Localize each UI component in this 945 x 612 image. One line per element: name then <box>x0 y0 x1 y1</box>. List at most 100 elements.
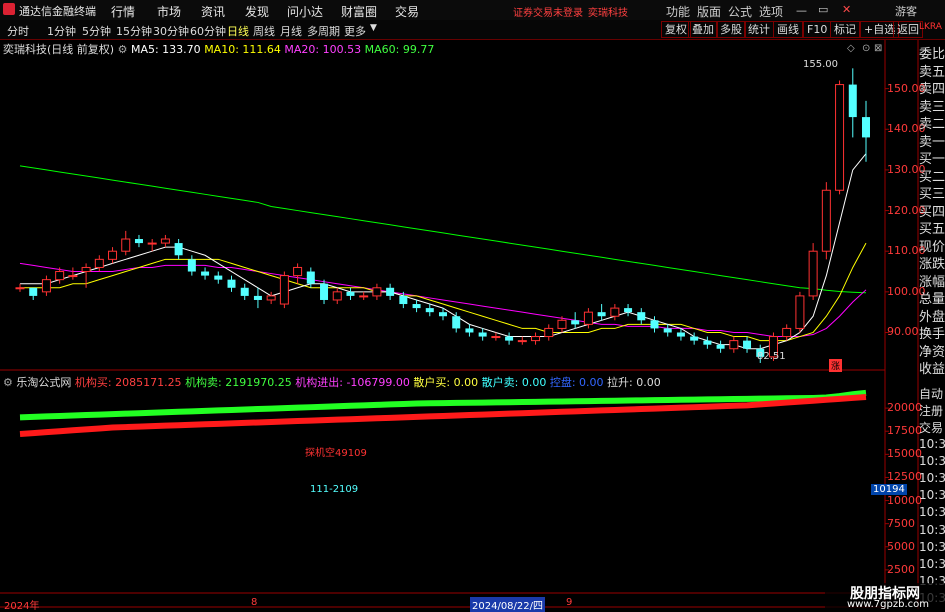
side-label-lower[interactable]: 10:3 <box>919 454 945 468</box>
side-label-lower[interactable]: 10:3 <box>919 557 945 571</box>
multi-stock-button[interactable]: 多股 <box>716 21 746 38</box>
side-label-lower[interactable]: 10:3 <box>919 437 945 451</box>
side-label[interactable]: 买二 <box>919 166 945 185</box>
f10-button[interactable]: F10 <box>803 21 832 38</box>
period-multi[interactable]: 多周期 <box>307 23 340 39</box>
title-bar: 通达信金融终端 行情 市场 资讯 发现 问小达 财富圈 交易 证券交易未登录 奕… <box>0 0 945 21</box>
close-panel-icon[interactable]: ⊠ <box>874 43 882 54</box>
candle-body-up <box>372 287 382 297</box>
candle-body-down <box>478 332 487 337</box>
period-more[interactable]: 更多 <box>344 23 366 39</box>
signal-label-2: 111-2109 <box>310 484 359 495</box>
candle-body-up <box>147 242 157 245</box>
period-daily[interactable]: 日线 <box>227 23 249 39</box>
side-label[interactable]: 卖五 <box>919 61 945 80</box>
close-icon[interactable]: ✕ <box>842 3 851 16</box>
candle-body-down <box>174 243 183 256</box>
candle-body-down <box>346 291 355 296</box>
side-label-lower[interactable]: 10:3 <box>919 523 945 537</box>
period-30min[interactable]: 30分钟 <box>153 23 189 39</box>
minimize-icon[interactable]: — <box>796 4 807 17</box>
side-label[interactable]: 外盘 <box>919 306 945 325</box>
candle-body-up <box>108 250 118 260</box>
watermark: 股朋指标网 www.7gpzb.com <box>825 583 945 610</box>
expand-icon[interactable]: ⊙ <box>862 43 870 54</box>
restore-icon[interactable]: ▭ <box>818 3 828 16</box>
adjust-button[interactable]: 复权 <box>661 21 691 38</box>
candle-body-down <box>29 287 38 296</box>
side-label[interactable]: 换手 <box>919 323 945 342</box>
side-label-lower[interactable]: 10:3 <box>919 540 945 554</box>
side-label[interactable]: 现价 <box>919 236 945 255</box>
menu-function[interactable]: 功能 <box>666 3 690 20</box>
side-label[interactable]: 收益 <box>919 358 945 377</box>
sub-axis-label: 2500 <box>887 562 915 576</box>
overlay-button[interactable]: 叠加 <box>688 21 718 38</box>
period-monthly[interactable]: 月线 <box>280 23 302 39</box>
candle-body-down <box>320 283 329 300</box>
signal-label-1: 探机空49109 <box>305 448 367 459</box>
menu-options[interactable]: 选项 <box>759 3 783 20</box>
candle-body-down <box>187 259 196 272</box>
side-label[interactable]: 净资 <box>919 341 945 360</box>
candle-body-up <box>729 340 739 350</box>
side-label[interactable]: 买四 <box>919 201 945 220</box>
side-label-lower[interactable]: 注册 <box>919 402 945 419</box>
side-label[interactable]: 总量 <box>919 288 945 307</box>
menu-layout[interactable]: 版面 <box>697 3 721 20</box>
gear-icon[interactable]: ⚙ <box>3 376 13 389</box>
login-warning[interactable]: 证券交易未登录 <box>513 4 583 19</box>
side-label[interactable]: 买三 <box>919 183 945 202</box>
menu-discover[interactable]: 发现 <box>245 3 269 20</box>
period-intraday[interactable]: 分时 <box>7 23 29 39</box>
side-label[interactable]: 卖二 <box>919 113 945 132</box>
candle-body-down <box>425 308 434 313</box>
diamond-icon[interactable]: ◇ <box>847 43 855 54</box>
side-label[interactable]: 卖三 <box>919 96 945 115</box>
candle-body-down <box>201 271 210 276</box>
side-label-lower[interactable]: 10:3 <box>919 471 945 485</box>
side-label-lower[interactable]: 自动 <box>919 385 945 402</box>
menu-wealth[interactable]: 财富圈 <box>341 3 377 20</box>
side-label[interactable]: 卖一 <box>919 131 945 150</box>
guest-label[interactable]: 游客 <box>895 3 917 19</box>
candle-body-down <box>134 239 143 244</box>
x-label-sep: 9 <box>566 597 573 608</box>
side-label[interactable]: 买一 <box>919 148 945 167</box>
x-label-aug: 8 <box>251 597 258 608</box>
candle-body-down <box>227 279 236 288</box>
menu-quotes[interactable]: 行情 <box>111 3 135 20</box>
menu-news[interactable]: 资讯 <box>201 3 225 20</box>
candle-body-up <box>610 307 620 317</box>
side-label-lower[interactable]: 10:3 <box>919 505 945 519</box>
menu-market[interactable]: 市场 <box>157 3 181 20</box>
stats-button[interactable]: 统计 <box>744 21 774 38</box>
period-60min[interactable]: 60分钟 <box>190 23 226 39</box>
period-15min[interactable]: 15分钟 <box>116 23 152 39</box>
candle-body-down <box>214 275 223 280</box>
side-label[interactable]: 涨跌 <box>919 253 945 272</box>
side-label[interactable]: 委比 <box>919 43 945 62</box>
more-chevron-icon[interactable]: ▼ <box>370 23 377 33</box>
period-5min[interactable]: 5分钟 <box>82 23 111 39</box>
side-label[interactable]: 卖四 <box>919 78 945 97</box>
mark-button[interactable]: 标记 <box>830 21 860 38</box>
side-label-lower[interactable]: 10:3 <box>919 488 945 502</box>
gear-icon[interactable]: ⚙ <box>118 43 128 56</box>
candle-body-down <box>505 336 514 341</box>
chart-canvas[interactable] <box>0 40 945 609</box>
menu-trade[interactable]: 交易 <box>395 3 419 20</box>
sub-axis-label: 20000 <box>887 401 922 415</box>
draw-button[interactable]: 画线 <box>773 21 803 38</box>
period-1min[interactable]: 1分钟 <box>47 23 76 39</box>
ma60-line <box>19 165 867 294</box>
menu-formula[interactable]: 公式 <box>728 3 752 20</box>
candle-body-down <box>650 320 659 329</box>
indicator-name: 乐淘公式网 <box>16 376 72 389</box>
menu-assistant[interactable]: 问小达 <box>287 3 323 20</box>
side-label[interactable]: 涨幅 <box>919 271 945 290</box>
candle-body-down <box>637 312 646 321</box>
side-label[interactable]: 买五 <box>919 218 945 237</box>
period-weekly[interactable]: 周线 <box>253 23 275 39</box>
side-label-lower[interactable]: 交易 <box>919 419 945 436</box>
